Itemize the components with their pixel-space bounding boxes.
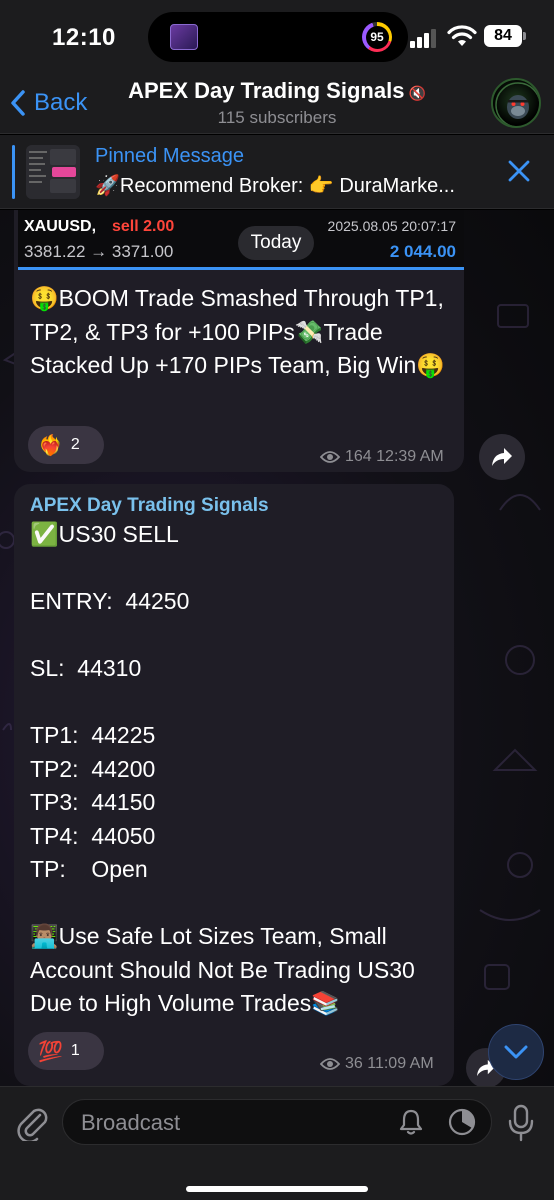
reaction-emoji: 💯: [38, 1040, 63, 1063]
view-count: 164: [345, 448, 372, 465]
now-playing-thumbnail: [170, 24, 198, 50]
trade-profit: 2 044.00: [389, 242, 456, 261]
trade-price-range: 3381.22 → 3371.00: [24, 242, 174, 261]
message-2-sender[interactable]: APEX Day Trading Signals: [30, 495, 269, 517]
channel-avatar[interactable]: [491, 78, 541, 128]
status-bar: 12:10 95 84: [0, 0, 554, 72]
message-time: 12:39 AM: [376, 448, 444, 465]
view-count: 36: [345, 1055, 363, 1072]
chevron-down-icon: [504, 1045, 528, 1059]
activity-ring-value: 95: [365, 25, 389, 49]
battery-indicator: 84: [484, 25, 522, 47]
trade-side: sell 2.00: [112, 218, 175, 235]
chat-area[interactable]: XAUUSD, sell 2.00 3381.22 → 3371.00 2025…: [0, 210, 554, 1086]
back-button[interactable]: Back: [10, 86, 87, 120]
paperclip-icon[interactable]: [14, 1103, 50, 1141]
trade-image-edge: [18, 267, 464, 270]
composer-bar: [0, 1086, 554, 1200]
pinned-text: 🚀Recommend Broker: 👉 DuraMarke...: [95, 175, 455, 197]
gorilla-logo-icon: [495, 82, 539, 126]
message-1-meta: 164 12:39 AM: [320, 448, 444, 466]
trade-datetime: 2025.08.05 20:07:17: [327, 218, 456, 234]
back-label: Back: [34, 89, 88, 116]
pinned-preview-image: [26, 145, 80, 199]
reaction-chip-1[interactable]: ❤️‍🔥 2: [28, 426, 104, 464]
chevron-left-icon: [11, 90, 25, 116]
scroll-to-bottom-button[interactable]: [488, 1024, 544, 1080]
forward-arrow-icon: [492, 448, 512, 466]
date-separator-pill: Today: [238, 226, 314, 260]
message-1-text: 🤑BOOM Trade Smashed Through TP1, TP2, & …: [30, 285, 450, 378]
pinned-message-bar[interactable]: Pinned Message 🚀Recommend Broker: 👉 Dura…: [0, 135, 554, 209]
wifi-icon: [447, 25, 477, 46]
reaction-emoji: ❤️‍🔥: [38, 434, 63, 457]
chat-header: Back APEX Day Trading Signals 🔇 115 subsc…: [0, 72, 554, 134]
message-time: 11:09 AM: [367, 1055, 434, 1072]
battery-tip: [523, 32, 526, 40]
eye-icon: [320, 451, 340, 463]
status-time: 12:10: [52, 24, 116, 51]
pinned-indicator: [12, 145, 15, 199]
eye-icon: [320, 1058, 340, 1070]
broadcast-input[interactable]: [81, 1100, 381, 1146]
activity-ring-icon: 95: [362, 22, 392, 52]
forward-button[interactable]: [479, 434, 525, 480]
muted-icon: 🔇: [408, 85, 426, 101]
reaction-count: 2: [70, 436, 80, 453]
bell-icon[interactable]: [397, 1108, 425, 1136]
message-2-meta: 36 11:09 AM: [320, 1055, 434, 1073]
timer-icon[interactable]: [447, 1107, 477, 1137]
pinned-thumbnail: [26, 145, 80, 199]
channel-title-text: APEX Day Trading Signals: [128, 78, 405, 103]
cellular-signal-icon: [410, 28, 438, 48]
microphone-icon[interactable]: [506, 1103, 536, 1143]
close-icon[interactable]: [506, 158, 532, 184]
home-indicator[interactable]: [186, 1186, 368, 1192]
pinned-label: Pinned Message: [95, 145, 244, 167]
channel-title[interactable]: APEX Day Trading Signals 🔇: [110, 78, 444, 104]
trade-symbol: XAUUSD,: [24, 218, 97, 235]
reaction-chip-2[interactable]: 💯 1: [28, 1032, 104, 1070]
subscriber-count: 115 subscribers: [217, 108, 337, 127]
reaction-count: 1: [70, 1042, 80, 1059]
dynamic-island[interactable]: 95: [148, 12, 408, 62]
message-2-text: ✅US30 SELL ENTRY: 44250 SL: 44310 TP1: 4…: [30, 521, 415, 1016]
compose-field[interactable]: [62, 1099, 492, 1146]
